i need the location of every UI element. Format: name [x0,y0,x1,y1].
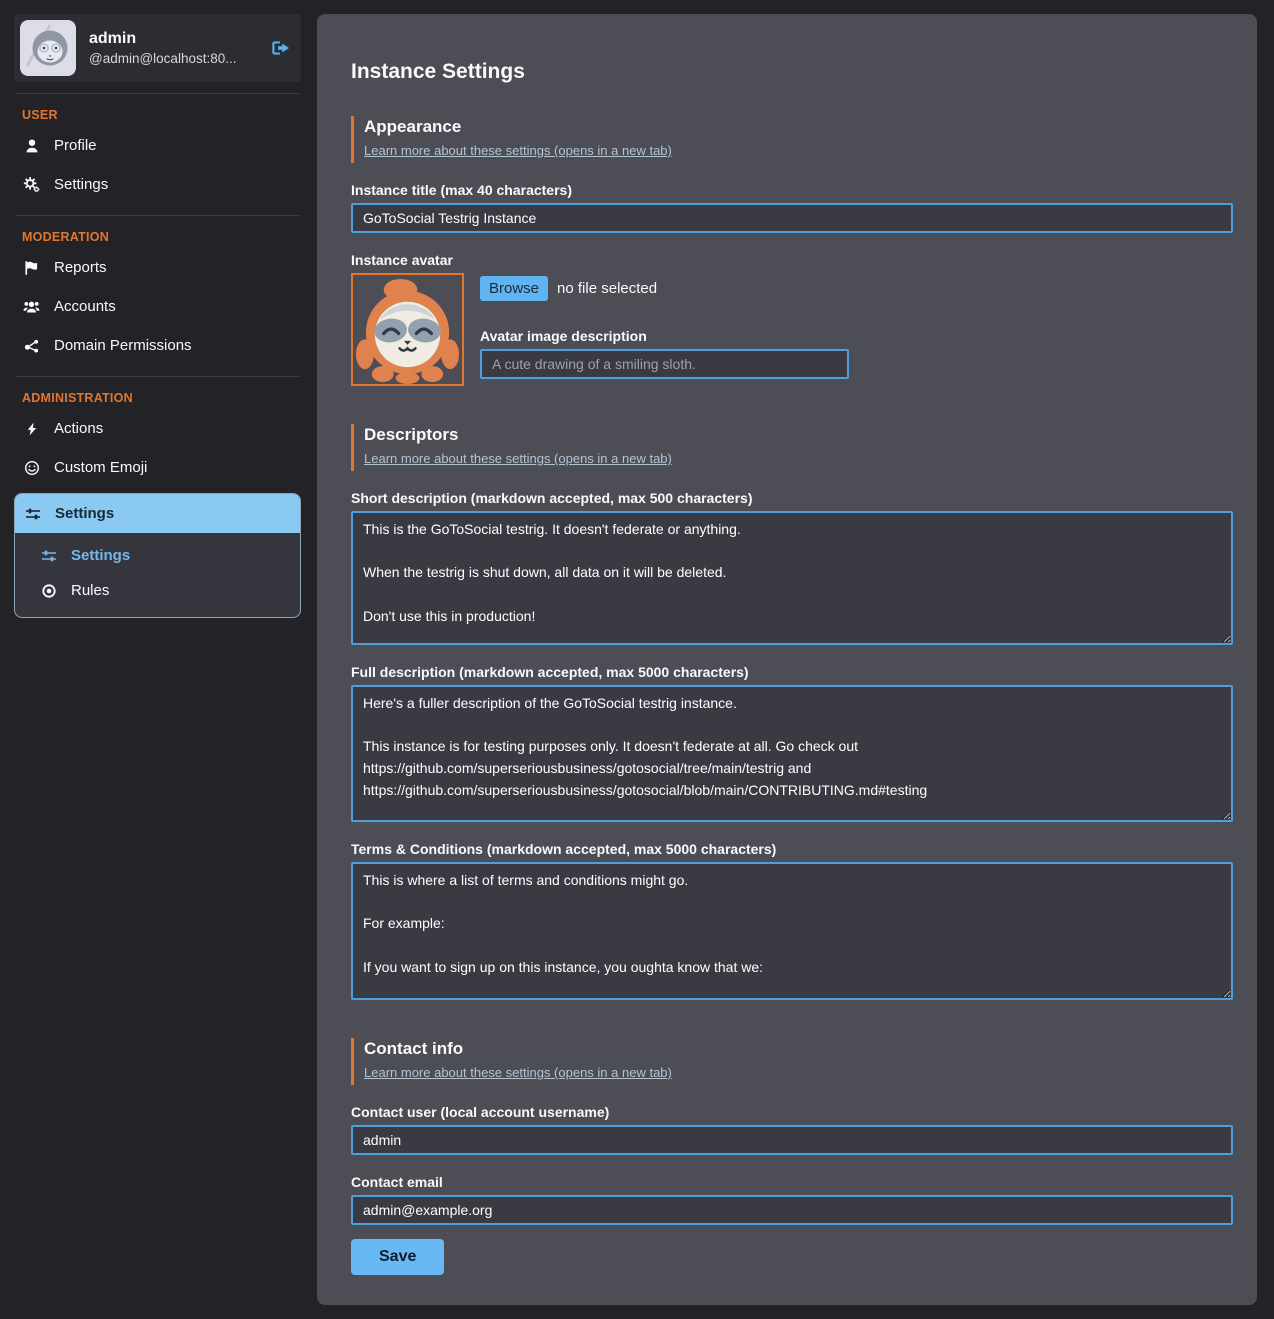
users-icon [22,299,41,315]
user-avatar [20,20,76,76]
instance-title-label: Instance title (max 40 characters) [351,182,1233,198]
sidebar-item-label: Actions [54,420,103,437]
instance-title-input[interactable] [351,203,1233,233]
contact-heading: Contact info [364,1039,1233,1059]
sidebar-divider [16,215,299,216]
sidebar-item-label: Domain Permissions [54,337,192,354]
save-button[interactable]: Save [351,1239,444,1275]
instance-avatar-label: Instance avatar [351,252,1233,268]
page-title: Instance Settings [351,60,1233,84]
user-gears-icon [22,176,41,193]
sign-out-icon[interactable] [271,39,291,57]
user-info: admin @admin@localhost:80... [89,30,258,66]
sidebar-item-custom-emoji[interactable]: Custom Emoji [14,448,301,487]
sidebar-item-accounts[interactable]: Accounts [14,287,301,326]
contact-email-input[interactable] [351,1195,1233,1225]
descriptors-learn-more-link[interactable]: Learn more about these settings (opens i… [364,451,672,466]
sliders-icon [23,506,42,522]
sidebar-item-label: Reports [54,259,107,276]
sidebar-item-label: Custom Emoji [54,459,147,476]
circle-dot-icon [39,583,58,599]
contact-section-header: Contact info Learn more about these sett… [351,1038,1233,1085]
app-layout: admin @admin@localhost:80... USER Profil… [0,0,1274,1319]
sidebar-subitem-settings[interactable]: Settings [15,538,300,573]
file-input-row: Browse no file selected [480,276,849,301]
sidebar-item-label: Profile [54,137,97,154]
terms-label: Terms & Conditions (markdown accepted, m… [351,841,1233,857]
nav-section-user-label: USER [22,108,295,122]
short-description-label: Short description (markdown accepted, ma… [351,490,1233,506]
settings-submenu: Settings Rules [15,533,300,617]
sidebar-item-label: Settings [54,176,108,193]
sidebar-item-user-settings[interactable]: Settings [14,165,301,204]
bolt-icon [22,421,41,437]
terms-textarea[interactable]: This is where a list of terms and condit… [351,862,1233,1000]
sidebar-item-actions[interactable]: Actions [14,409,301,448]
instance-avatar-block: Browse no file selected Avatar image des… [351,273,1233,386]
sidebar-item-label: Settings [55,505,114,522]
sidebar: admin @admin@localhost:80... USER Profil… [14,14,301,618]
sliders-icon [39,548,58,564]
user-card[interactable]: admin @admin@localhost:80... [14,14,301,82]
avatar-description-input[interactable] [480,349,849,379]
sidebar-item-domain-permissions[interactable]: Domain Permissions [14,326,301,365]
full-description-label: Full description (markdown accepted, max… [351,664,1233,680]
user-icon [22,138,41,154]
instance-avatar-image [351,273,464,386]
sidebar-item-reports[interactable]: Reports [14,248,301,287]
sidebar-divider [16,376,299,377]
avatar-upload-controls: Browse no file selected Avatar image des… [480,273,849,386]
sidebar-item-profile[interactable]: Profile [14,126,301,165]
sidebar-divider [16,93,299,94]
contact-learn-more-link[interactable]: Learn more about these settings (opens i… [364,1065,672,1080]
short-description-textarea[interactable]: This is the GoToSocial testrig. It doesn… [351,511,1233,645]
descriptors-heading: Descriptors [364,425,1233,445]
share-nodes-icon [22,338,41,354]
sidebar-subitem-label: Rules [71,582,109,599]
instance-settings-panel: Instance Settings Appearance Learn more … [317,14,1257,1305]
descriptors-section-header: Descriptors Learn more about these setti… [351,424,1233,471]
nav-section-moderation-label: MODERATION [22,230,295,244]
full-description-textarea[interactable]: Here's a fuller description of the GoToS… [351,685,1233,822]
appearance-heading: Appearance [364,117,1233,137]
smiley-icon [22,460,41,476]
user-name: admin [89,30,258,48]
avatar-description-label: Avatar image description [480,328,849,344]
sidebar-subitem-rules[interactable]: Rules [15,573,300,608]
nav-section-administration-label: ADMINISTRATION [22,391,295,405]
contact-email-label: Contact email [351,1174,1233,1190]
flag-icon [22,260,41,276]
appearance-learn-more-link[interactable]: Learn more about these settings (opens i… [364,143,672,158]
contact-user-label: Contact user (local account username) [351,1104,1233,1120]
settings-nav-group: Settings Settings [14,493,301,618]
sidebar-item-admin-settings[interactable]: Settings [15,494,300,533]
sidebar-subitem-label: Settings [71,547,130,564]
browse-button[interactable]: Browse [480,276,548,301]
contact-user-input[interactable] [351,1125,1233,1155]
sidebar-item-label: Accounts [54,298,116,315]
appearance-section-header: Appearance Learn more about these settin… [351,116,1233,163]
file-status-text: no file selected [557,280,657,297]
user-handle: @admin@localhost:80... [89,51,258,66]
